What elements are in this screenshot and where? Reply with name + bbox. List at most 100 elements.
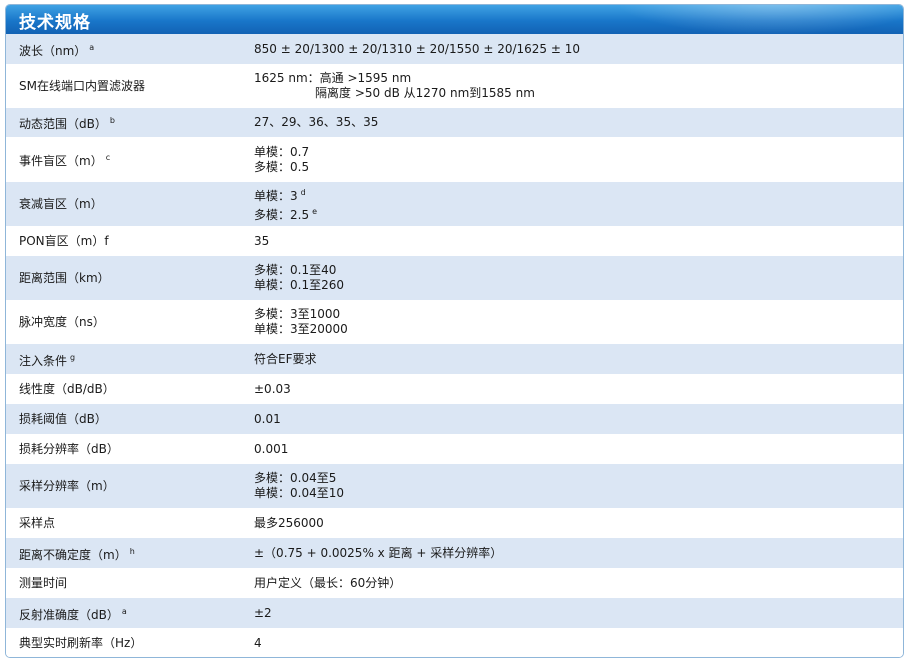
spec-value-line: 35	[254, 234, 903, 249]
spec-value-line: ±0.03	[254, 382, 903, 397]
table-row: 损耗分辨率（dB） 0.001	[6, 434, 903, 464]
spec-label: 距离范围（km）	[6, 271, 240, 286]
spec-table: 波长（nm） a 850 ± 20/1300 ± 20/1310 ± 20/1550…	[6, 34, 903, 657]
spec-label-text: 事件盲区（m）	[19, 154, 103, 168]
spec-value-text: 最多256000	[254, 515, 324, 530]
table-row: 脉冲宽度（ns） 多模：3至1000 单模：3至20000	[6, 300, 903, 344]
spec-value-text: 4	[254, 635, 262, 650]
spec-label: 注入条件 g	[6, 350, 240, 369]
table-row: 采样分辨率（m） 多模：0.04至5 单模：0.04至10	[6, 464, 903, 508]
footnote-marker: c	[105, 153, 111, 162]
table-row: 衰减盲区（m） 单模：3 d 多模：2.5 e	[6, 182, 903, 226]
spec-value: 多模：3至1000 单模：3至20000	[240, 307, 903, 337]
spec-label-text: 采样点	[19, 515, 56, 530]
spec-value-text: 多模：2.5	[254, 208, 310, 222]
table-row: 注入条件 g 符合EF要求	[6, 344, 903, 374]
spec-label-text: 损耗分辨率（dB）	[19, 441, 119, 456]
spec-value: 多模：0.04至5 单模：0.04至10	[240, 471, 903, 501]
spec-value-text: 隔离度 >50 dB 从1270 nm到1585 nm	[315, 86, 535, 100]
spec-value-line: 多模：3至1000	[254, 307, 903, 322]
spec-label: 脉冲宽度（ns）	[6, 315, 240, 330]
spec-value: 1625 nm：高通 >1595 nm 隔离度 >50 dB 从1270 nm到1…	[240, 71, 903, 101]
spec-value: 多模：0.1至40 单模：0.1至260	[240, 263, 903, 293]
spec-value-line: 0.001	[254, 442, 903, 457]
spec-value-line: 单模：3至20000	[254, 322, 903, 337]
spec-value-text: 0.001	[254, 441, 289, 456]
table-row: 损耗阈值（dB） 0.01	[6, 404, 903, 434]
spec-value: 单模：0.7 多模：0.5	[240, 145, 903, 175]
spec-value-line: ±2	[254, 606, 903, 621]
spec-value-text: 0.01	[254, 411, 281, 426]
spec-value-line: 用户定义（最长：60分钟）	[254, 576, 903, 591]
spec-value-text: ±2	[254, 605, 272, 620]
table-row: 采样点 最多256000	[6, 508, 903, 538]
spec-value-text: 多模：0.5	[254, 159, 310, 174]
footnote-marker: b	[109, 116, 115, 125]
spec-value-line: 多模：0.04至5	[254, 471, 903, 486]
table-row: 距离范围（km） 多模：0.1至40 单模：0.1至260	[6, 256, 903, 300]
spec-value-line: 单模：0.7	[254, 145, 903, 160]
spec-value-line: 0.01	[254, 412, 903, 427]
spec-label: 采样点	[6, 516, 240, 531]
spec-label-text: 衰减盲区（m）	[19, 196, 103, 211]
spec-value-line: 1625 nm：高通 >1595 nm	[254, 71, 903, 86]
spec-value-line: 单模：0.1至260	[254, 278, 903, 293]
spec-value-text: ±0.03	[254, 381, 291, 396]
spec-value-line: 最多256000	[254, 516, 903, 531]
table-row: 典型实时刷新率（Hz） 4	[6, 628, 903, 657]
spec-value-line: 符合EF要求	[254, 352, 903, 367]
spec-value: 27、29、36、35、35	[240, 115, 903, 130]
footnote-marker: h	[129, 546, 135, 556]
spec-value-line: ±（0.75 + 0.0025% x 距离 + 采样分辨率）	[254, 546, 903, 561]
panel-header: 技术规格	[6, 5, 903, 34]
spec-label-text: 脉冲宽度（ns）	[19, 314, 105, 329]
spec-label-text: 线性度（dB/dB）	[19, 381, 115, 396]
spec-value: 0.01	[240, 412, 903, 427]
spec-value-line: 多模：0.1至40	[254, 263, 903, 278]
spec-label-text: 注入条件	[19, 353, 68, 368]
table-row: 线性度（dB/dB） ±0.03	[6, 374, 903, 404]
spec-label-text: 波长（nm）	[19, 43, 87, 58]
spec-value-text: 单模：0.04至10	[254, 486, 344, 500]
spec-value-text: 35	[254, 233, 270, 248]
spec-value-line: 多模：0.5	[254, 160, 903, 175]
panel-title: 技术规格	[19, 13, 91, 33]
spec-value-line: 单模：3 d	[254, 185, 903, 204]
spec-label-text: 损耗阈值（dB）	[19, 411, 107, 426]
footnote-marker: d	[300, 188, 306, 197]
spec-label-text: SM在线端口内置滤波器	[19, 78, 145, 93]
spec-value: ±2	[240, 606, 903, 621]
spec-label: 事件盲区（m） c	[6, 150, 240, 169]
spec-value-line: 多模：2.5 e	[254, 204, 903, 223]
spec-value: 符合EF要求	[240, 352, 903, 367]
spec-label-text: 反射准确度（dB）	[19, 607, 119, 622]
table-row: PON盲区（m）f 35	[6, 226, 903, 256]
spec-value: 4	[240, 636, 903, 651]
table-row: 反射准确度（dB） a ±2	[6, 598, 903, 628]
table-row: 测量时间 用户定义（最长：60分钟）	[6, 568, 903, 598]
spec-value-line: 单模：0.04至10	[254, 486, 903, 501]
spec-label: 反射准确度（dB） a	[6, 604, 240, 623]
footnote-marker: g	[70, 352, 76, 362]
spec-value-text: 多模：0.04至5	[254, 471, 337, 485]
footnote-marker: a	[121, 606, 127, 616]
table-row: 距离不确定度（m） h ±（0.75 + 0.0025% x 距离 + 采样分辨率）	[6, 538, 903, 568]
spec-label-text: 测量时间	[19, 575, 68, 590]
spec-value-text: 27、29、36、35、35	[254, 115, 379, 129]
spec-value-line: 850 ± 20/1300 ± 20/1310 ± 20/1550 ± 20/1…	[254, 42, 903, 57]
spec-label: 损耗分辨率（dB）	[6, 442, 240, 457]
spec-label: 采样分辨率（m）	[6, 479, 240, 494]
spec-value: 最多256000	[240, 516, 903, 531]
spec-value: 850 ± 20/1300 ± 20/1310 ± 20/1550 ± 20/1…	[240, 42, 903, 57]
spec-label-text: 距离不确定度（m）	[19, 547, 127, 562]
spec-value-text: 符合EF要求	[254, 351, 317, 366]
table-row: SM在线端口内置滤波器 1625 nm：高通 >1595 nm 隔离度 >50 dB…	[6, 64, 903, 108]
spec-label-text: 采样分辨率（m）	[19, 478, 115, 493]
spec-value: ±（0.75 + 0.0025% x 距离 + 采样分辨率）	[240, 546, 903, 561]
spec-label-text: PON盲区（m）f	[19, 233, 109, 248]
spec-value-text: 用户定义（最长：60分钟）	[254, 575, 402, 590]
spec-label: PON盲区（m）f	[6, 234, 240, 249]
table-row: 动态范围（dB） b 27、29、36、35、35	[6, 108, 903, 137]
spec-label: 距离不确定度（m） h	[6, 544, 240, 563]
table-row: 波长（nm） a 850 ± 20/1300 ± 20/1310 ± 20/1550…	[6, 34, 903, 64]
